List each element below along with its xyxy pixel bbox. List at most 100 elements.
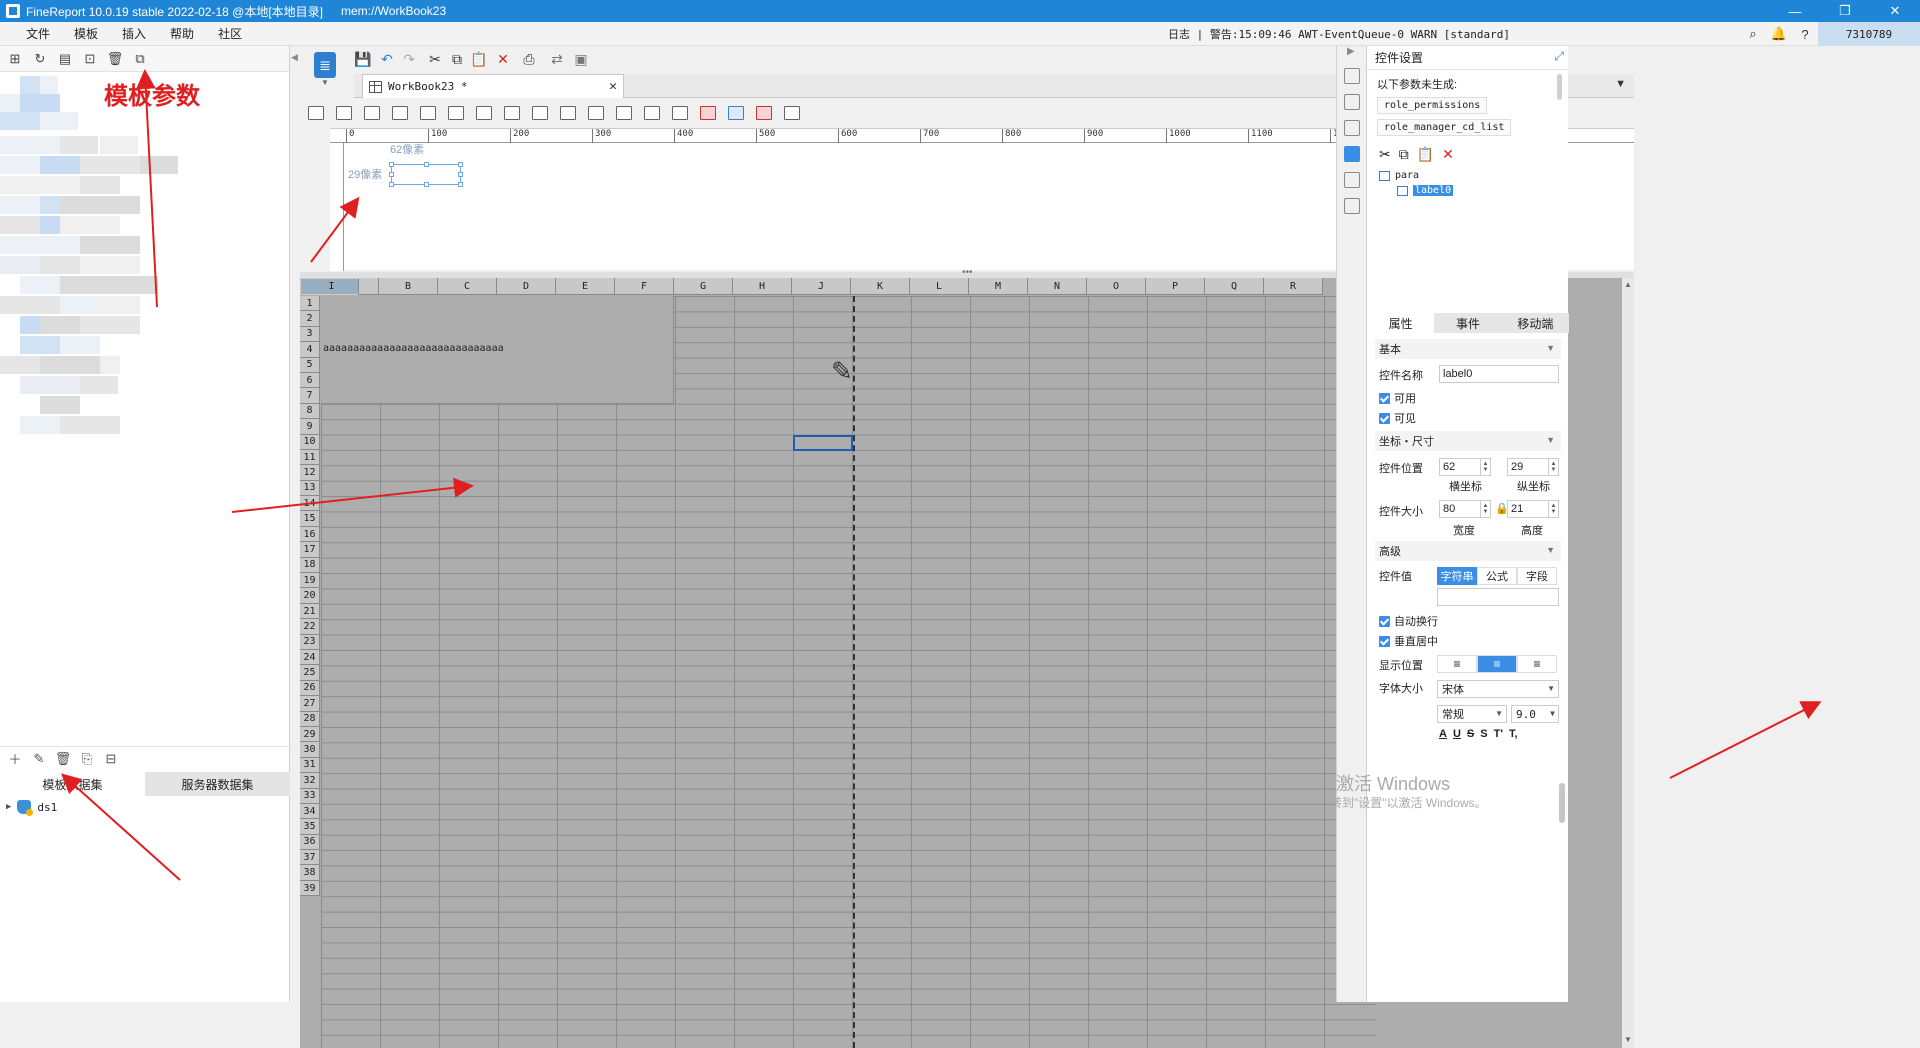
cell-attr-icon[interactable] — [1344, 94, 1360, 110]
restore-button[interactable]: ❐ — [1820, 0, 1870, 22]
row-header[interactable]: 10 — [300, 434, 320, 450]
row-header[interactable]: 21 — [300, 603, 320, 620]
spinner-arrows-icon[interactable]: ▲ ▼ — [1481, 458, 1491, 476]
widget-more-icon[interactable] — [784, 106, 800, 120]
column-header-l[interactable]: L — [910, 278, 969, 295]
widget-number-icon[interactable] — [476, 106, 492, 120]
row-header[interactable]: 8 — [300, 403, 320, 420]
subscript-icon[interactable]: T, — [1509, 728, 1518, 740]
delete-widget-icon[interactable]: ✕ — [1442, 146, 1454, 163]
column-header-n[interactable]: N — [1028, 278, 1087, 295]
menu-template[interactable]: 模板 — [74, 25, 98, 42]
open-icon[interactable]: ▤ — [56, 50, 74, 68]
row-header[interactable]: 30 — [300, 742, 320, 758]
log-status[interactable]: 日志 | 警告:15:09:46 AWT-EventQueue-0 WARN [… — [1168, 26, 1510, 42]
section-advanced[interactable]: 高级 ▼ — [1375, 541, 1561, 561]
tab-events[interactable]: 事件 — [1434, 313, 1501, 333]
height-value[interactable]: 21 — [1507, 500, 1549, 518]
align-left-icon[interactable]: ≡ — [1437, 655, 1477, 673]
delete-tb-icon[interactable]: ✕ — [494, 50, 512, 68]
row-header[interactable]: 17 — [300, 542, 320, 558]
close-tab-icon[interactable]: ✕ — [609, 79, 617, 94]
help-icon[interactable]: ? — [1792, 22, 1818, 46]
tab-mobile[interactable]: 移动端 — [1502, 313, 1569, 333]
widget-button-icon[interactable] — [336, 106, 352, 120]
row-header[interactable]: 29 — [300, 726, 320, 743]
row-header[interactable]: 3 — [300, 326, 320, 343]
menu-insert[interactable]: 插入 — [122, 25, 146, 42]
widget-search-icon[interactable] — [756, 106, 772, 120]
widget-checkbox-icon[interactable] — [560, 106, 576, 120]
document-tab[interactable]: WorkBook23 * ✕ — [362, 74, 624, 98]
column-header-q[interactable]: Q — [1205, 278, 1264, 295]
collapse-icon[interactable]: ▼ — [1546, 545, 1555, 555]
spinner-arrows-icon[interactable]: ▲ ▼ — [1549, 500, 1559, 518]
row-header[interactable]: 11 — [300, 449, 320, 466]
widget-name-input[interactable]: label0 — [1439, 365, 1559, 383]
edit-icon[interactable]: ✎ — [30, 750, 48, 768]
font-style-select[interactable]: 常规 ▼ — [1437, 705, 1507, 723]
column-header-j[interactable]: J — [792, 278, 851, 295]
row-header[interactable]: 18 — [300, 557, 320, 574]
expand-caret-icon[interactable]: ▶ — [6, 802, 11, 812]
pos-x-value[interactable]: 62 — [1439, 458, 1481, 476]
row-header[interactable]: 38 — [300, 865, 320, 881]
row-header[interactable]: 23 — [300, 634, 320, 650]
spinner-arrows-icon[interactable]: ▲ ▼ — [1481, 500, 1491, 518]
minimize-button[interactable]: — — [1770, 0, 1820, 22]
tab-list-icon[interactable]: ▼ — [1615, 78, 1626, 90]
widget-radio-icon[interactable] — [532, 106, 548, 120]
column-header-r[interactable]: R — [1264, 278, 1323, 295]
shadow-icon[interactable]: S — [1480, 728, 1487, 740]
new-folder-icon[interactable]: ⊞ — [6, 50, 24, 68]
expand-right-icon[interactable]: ▶ — [1347, 46, 1355, 57]
copy-tb-icon[interactable]: ⧉ — [448, 50, 466, 68]
column-header-o[interactable]: O — [1087, 278, 1146, 295]
column-header-d[interactable]: D — [497, 278, 556, 295]
tab-server-dataset[interactable]: 服务器数据集 — [145, 772, 290, 796]
cell-element-icon[interactable] — [1344, 68, 1360, 84]
scroll-down-icon[interactable]: ▼ — [1624, 1035, 1632, 1044]
selected-cell[interactable] — [793, 435, 853, 451]
menu-help[interactable]: 帮助 — [170, 25, 194, 42]
height-spinner[interactable]: 21 ▲ ▼ — [1507, 500, 1559, 518]
widget-value-input[interactable] — [1437, 588, 1559, 606]
row-header[interactable]: 14 — [300, 496, 320, 512]
row-header[interactable]: 25 — [300, 665, 320, 681]
cut-widget-icon[interactable]: ✂ — [1379, 146, 1391, 163]
row-header[interactable]: 13 — [300, 480, 320, 497]
font-size-select[interactable]: 9.0 ▼ — [1511, 705, 1559, 723]
label-widget-selected[interactable] — [389, 162, 463, 187]
row-header[interactable]: 33 — [300, 788, 320, 804]
merged-cell[interactable]: aaaaaaaaaaaaaaaaaaaaaaaaaaaaaa — [321, 296, 674, 404]
row-header[interactable]: 20 — [300, 588, 320, 604]
save-icon[interactable]: 💾 — [354, 50, 372, 68]
strikethrough-icon[interactable]: S — [1467, 728, 1474, 740]
value-type-formula[interactable]: 公式 — [1477, 567, 1517, 585]
delete-icon[interactable]: 🗑 — [106, 50, 124, 68]
row-header[interactable]: 5 — [300, 357, 320, 373]
column-header-b[interactable]: B — [379, 278, 438, 295]
cell-area[interactable]: aaaaaaaaaaaaaaaaaaaaaaaaaaaaaa ✎ — [321, 296, 1376, 1048]
widget-tree-icon[interactable] — [588, 106, 604, 120]
row-header[interactable]: 32 — [300, 773, 320, 789]
row-header[interactable]: 15 — [300, 511, 320, 527]
collapse-icon[interactable]: ▼ — [1546, 435, 1555, 445]
row-header[interactable]: 36 — [300, 834, 320, 851]
row-header[interactable]: 34 — [300, 803, 320, 820]
value-type-string[interactable]: 字符串 — [1437, 567, 1477, 585]
switch-icon[interactable]: ⇄ — [548, 50, 566, 68]
close-window-button[interactable]: ✕ — [1870, 0, 1920, 22]
menu-community[interactable]: 社区 — [218, 25, 242, 42]
pos-y-spinner[interactable]: 29 ▲ ▼ — [1507, 458, 1559, 476]
panel-scrollbar[interactable] — [1559, 783, 1565, 823]
spinner-arrows-icon[interactable]: ▲ ▼ — [1549, 458, 1559, 476]
vertical-scrollbar[interactable]: ▲ ▼ — [1622, 278, 1634, 1048]
collapse-icon[interactable]: ▼ — [1546, 343, 1555, 353]
value-type-field[interactable]: 字段 — [1517, 567, 1557, 585]
row-header[interactable]: 22 — [300, 619, 320, 635]
row-header[interactable]: 28 — [300, 711, 320, 727]
row-header[interactable]: 7 — [300, 388, 320, 404]
align-center-icon[interactable]: ≡ — [1477, 655, 1517, 673]
pin-icon[interactable]: ⤢ — [1554, 49, 1564, 64]
